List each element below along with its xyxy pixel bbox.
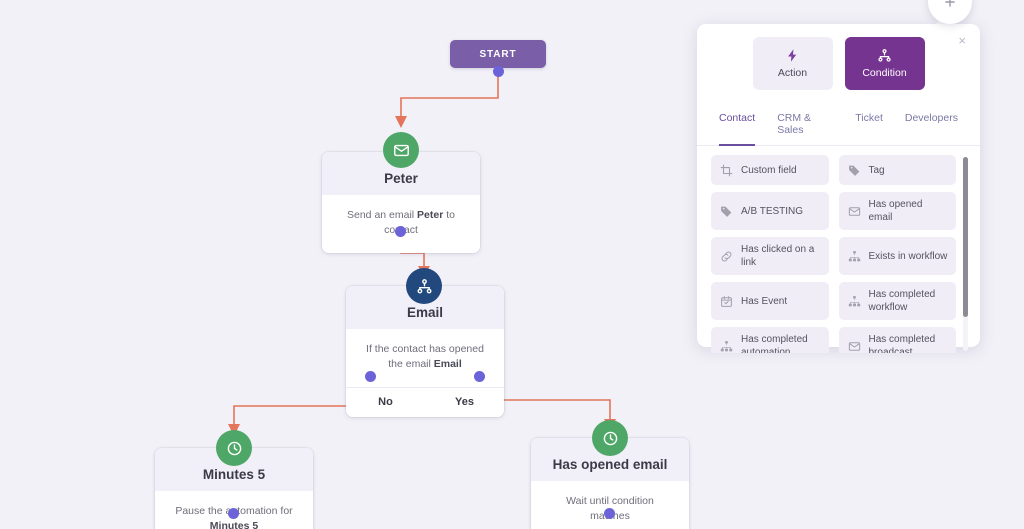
condition-option-has-clicked-on-a-link[interactable]: Has clicked on a link: [711, 237, 829, 275]
opened-badge-clock-icon: [592, 420, 628, 456]
branch-no[interactable]: No: [346, 388, 425, 417]
step-type-selector: Action Condition: [697, 24, 980, 108]
condition-option-label: Has completed automation: [741, 334, 808, 353]
condition-option-label: Has clicked on a link: [741, 244, 815, 268]
opened-output-dot[interactable]: [604, 508, 615, 519]
tab-developers[interactable]: Developers: [905, 108, 958, 146]
peter-description: Send an email Peter to contact: [322, 195, 480, 254]
condition-option-exists-in-workflow[interactable]: Exists in workflow: [838, 237, 956, 275]
condition-list: Custom field Tag A/B TESTING Has opened ema…: [711, 155, 970, 353]
condition-option-has-opened-email[interactable]: Has opened email: [838, 192, 956, 230]
sitemap-outline-icon: [847, 250, 862, 263]
step-type-action[interactable]: Action: [752, 37, 833, 90]
step-type-condition[interactable]: Condition: [844, 37, 925, 90]
condition-option-a-b-testing[interactable]: A/B TESTING: [711, 192, 829, 230]
opened-description: Wait until condition matches: [531, 481, 689, 529]
condition-option-label: Has completed broadcast: [868, 334, 936, 353]
arrow-peter: [395, 116, 407, 128]
condition-option-label: Has Event: [741, 295, 788, 307]
envelope-outline-icon: [847, 340, 862, 353]
plus-icon: [945, 0, 955, 7]
step-type-action-label: Action: [777, 67, 808, 79]
condition-option-label: A/B TESTING: [741, 205, 804, 217]
condition-option-has-completed-broadcast[interactable]: Has completed broadcast: [838, 327, 956, 353]
condition-option-has-event[interactable]: Has Event: [711, 282, 829, 320]
peter-output-dot[interactable]: [395, 226, 406, 237]
step-picker-panel: × Action Condition Contact CRM & Sales T…: [697, 24, 980, 353]
email-no-output-dot[interactable]: [365, 371, 376, 382]
scrollbar-thumb[interactable]: [963, 157, 968, 317]
start-output-dot[interactable]: [493, 66, 504, 77]
email-yes-output-dot[interactable]: [474, 371, 485, 382]
lightning-icon: [788, 49, 797, 62]
link-icon: [719, 250, 734, 263]
condition-option-custom-field[interactable]: Custom field: [711, 155, 829, 185]
branch-yes[interactable]: Yes: [425, 388, 504, 417]
wire-start-to-peter: [400, 70, 499, 122]
step-type-condition-label: Condition: [862, 67, 907, 79]
condition-option-label: Has completed workflow: [868, 289, 936, 313]
tag-icon: [719, 205, 734, 218]
peter-badge-envelope-icon: [383, 132, 419, 168]
peter-desc-bold: Peter: [417, 209, 444, 221]
condition-option-label: Exists in workflow: [868, 250, 948, 262]
sitemap-icon: [416, 278, 432, 294]
tab-crm-sales[interactable]: CRM & Sales: [777, 108, 833, 146]
minutes-badge-clock-icon: [216, 430, 252, 466]
envelope-icon: [393, 144, 409, 156]
node-email-condition[interactable]: Email If the contact has opened the emai…: [346, 286, 504, 418]
email-branch-footer: No Yes: [346, 387, 504, 418]
envelope-outline-icon: [847, 205, 862, 218]
email-desc-prefix: If the contact has opened the email: [366, 343, 484, 371]
clock-icon: [603, 431, 617, 445]
condition-option-tag[interactable]: Tag: [838, 155, 956, 185]
close-icon[interactable]: ×: [955, 32, 969, 49]
condition-option-has-completed-automation[interactable]: Has completed automation: [711, 327, 829, 353]
tab-contact[interactable]: Contact: [719, 108, 756, 146]
start-node[interactable]: START: [450, 40, 546, 68]
automation-canvas: START Peter Send an email Peter to conta…: [0, 0, 1024, 529]
tab-ticket[interactable]: Ticket: [855, 108, 883, 146]
crop-icon: [719, 164, 734, 177]
peter-desc-prefix: Send an email: [347, 209, 418, 221]
sitemap-icon: [878, 49, 891, 62]
minutes-desc-bold: Minutes 5: [209, 520, 259, 529]
email-badge-sitemap-icon: [406, 268, 442, 304]
condition-option-label: Custom field: [741, 164, 797, 176]
sitemap-outline-icon: [719, 340, 734, 353]
minutes-output-dot[interactable]: [228, 508, 239, 519]
condition-option-has-completed-workflow[interactable]: Has completed workflow: [838, 282, 956, 320]
calendar-icon: [719, 295, 734, 308]
condition-option-label: Has opened email: [868, 199, 923, 223]
email-desc-bold: Email: [433, 358, 462, 371]
tag-icon: [847, 164, 862, 177]
clock-icon: [227, 441, 241, 455]
sitemap-outline-icon: [847, 295, 862, 308]
category-tabs: Contact CRM & Sales Ticket Developers: [697, 108, 980, 146]
condition-option-label: Tag: [868, 164, 885, 176]
start-label: START: [479, 48, 517, 60]
condition-list-wrapper: Custom field Tag A/B TESTING Has opened ema…: [711, 155, 970, 353]
